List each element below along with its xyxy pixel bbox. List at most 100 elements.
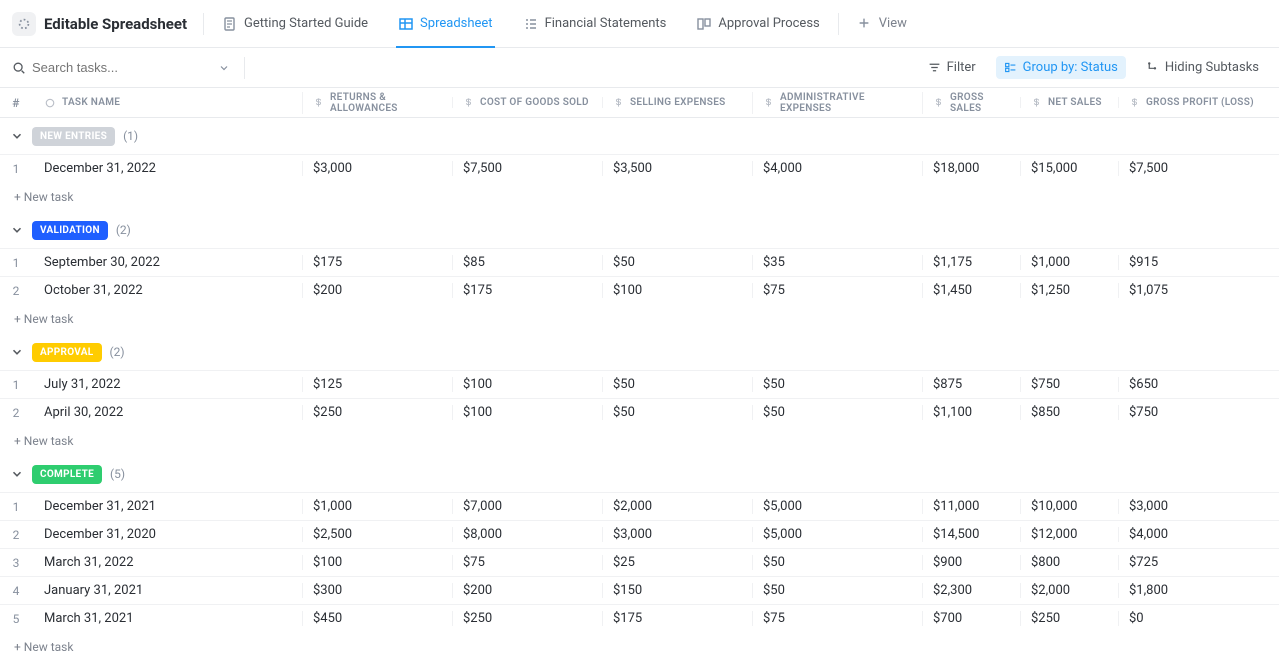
returns-cell[interactable]: $100 xyxy=(302,555,452,570)
gross-profit-cell[interactable]: $1,800 xyxy=(1118,583,1268,598)
gross-sales-cell[interactable]: $1,175 xyxy=(922,255,1020,270)
cogs-cell[interactable]: $250 xyxy=(452,611,602,626)
cogs-cell[interactable]: $7,000 xyxy=(452,499,602,514)
gross-profit-cell[interactable]: $750 xyxy=(1118,405,1268,420)
returns-cell[interactable]: $2,500 xyxy=(302,527,452,542)
table-row[interactable]: 1December 31, 2021$1,000$7,000$2,000$5,0… xyxy=(0,492,1279,520)
returns-cell[interactable]: $200 xyxy=(302,283,452,298)
chevron-down-icon[interactable] xyxy=(10,129,24,143)
group-header[interactable]: NEW ENTRIES(1) xyxy=(0,118,1279,154)
returns-cell[interactable]: $125 xyxy=(302,377,452,392)
task-name-cell[interactable]: December 31, 2021 xyxy=(32,499,302,514)
admin-cell[interactable]: $50 xyxy=(752,583,922,598)
task-name-cell[interactable]: December 31, 2022 xyxy=(32,161,302,176)
task-name-cell[interactable]: July 31, 2022 xyxy=(32,377,302,392)
tab-financial[interactable]: Financial Statements xyxy=(509,0,681,48)
selling-cell[interactable]: $3,000 xyxy=(602,527,752,542)
search-input[interactable] xyxy=(32,60,202,75)
net-sales-cell[interactable]: $2,000 xyxy=(1020,583,1118,598)
gross-sales-cell[interactable]: $875 xyxy=(922,377,1020,392)
new-task-button[interactable]: + New task xyxy=(0,632,1279,662)
admin-cell[interactable]: $50 xyxy=(752,377,922,392)
gross-profit-cell[interactable]: $725 xyxy=(1118,555,1268,570)
task-name-cell[interactable]: March 31, 2022 xyxy=(32,555,302,570)
cogs-cell[interactable]: $8,000 xyxy=(452,527,602,542)
table-row[interactable]: 2April 30, 2022$250$100$50$50$1,100$850$… xyxy=(0,398,1279,426)
chevron-down-icon[interactable] xyxy=(10,345,24,359)
admin-cell[interactable]: $5,000 xyxy=(752,527,922,542)
col-net-sales-header[interactable]: NET SALES xyxy=(1020,97,1118,108)
cogs-cell[interactable]: $7,500 xyxy=(452,161,602,176)
cogs-cell[interactable]: $100 xyxy=(452,377,602,392)
group-header[interactable]: APPROVAL(2) xyxy=(0,334,1279,370)
tab-approval[interactable]: Approval Process xyxy=(682,0,833,48)
table-row[interactable]: 2December 31, 2020$2,500$8,000$3,000$5,0… xyxy=(0,520,1279,548)
table-row[interactable]: 5March 31, 2021$450$250$175$75$700$250$0 xyxy=(0,604,1279,632)
col-returns-header[interactable]: RETURNS & ALLOWANCES xyxy=(302,92,452,114)
new-task-button[interactable]: + New task xyxy=(0,426,1279,456)
gross-sales-cell[interactable]: $14,500 xyxy=(922,527,1020,542)
net-sales-cell[interactable]: $800 xyxy=(1020,555,1118,570)
admin-cell[interactable]: $4,000 xyxy=(752,161,922,176)
task-name-cell[interactable]: September 30, 2022 xyxy=(32,255,302,270)
table-row[interactable]: 1December 31, 2022$3,000$7,500$3,500$4,0… xyxy=(0,154,1279,182)
gross-sales-cell[interactable]: $700 xyxy=(922,611,1020,626)
gross-profit-cell[interactable]: $3,000 xyxy=(1118,499,1268,514)
admin-cell[interactable]: $50 xyxy=(752,405,922,420)
selling-cell[interactable]: $50 xyxy=(602,255,752,270)
returns-cell[interactable]: $1,000 xyxy=(302,499,452,514)
admin-cell[interactable]: $50 xyxy=(752,555,922,570)
gross-profit-cell[interactable]: $1,075 xyxy=(1118,283,1268,298)
task-name-cell[interactable]: October 31, 2022 xyxy=(32,283,302,298)
selling-cell[interactable]: $50 xyxy=(602,377,752,392)
selling-cell[interactable]: $25 xyxy=(602,555,752,570)
gross-sales-cell[interactable]: $900 xyxy=(922,555,1020,570)
add-view-button[interactable]: View xyxy=(843,0,921,48)
selling-cell[interactable]: $50 xyxy=(602,405,752,420)
admin-cell[interactable]: $75 xyxy=(752,611,922,626)
table-row[interactable]: 1September 30, 2022$175$85$50$35$1,175$1… xyxy=(0,248,1279,276)
net-sales-cell[interactable]: $850 xyxy=(1020,405,1118,420)
selling-cell[interactable]: $3,500 xyxy=(602,161,752,176)
returns-cell[interactable]: $3,000 xyxy=(302,161,452,176)
task-name-cell[interactable]: December 31, 2020 xyxy=(32,527,302,542)
net-sales-cell[interactable]: $15,000 xyxy=(1020,161,1118,176)
hiding-subtasks-button[interactable]: Hiding Subtasks xyxy=(1138,56,1267,79)
cogs-cell[interactable]: $75 xyxy=(452,555,602,570)
group-header[interactable]: COMPLETE(5) xyxy=(0,456,1279,492)
selling-cell[interactable]: $2,000 xyxy=(602,499,752,514)
table-row[interactable]: 3March 31, 2022$100$75$25$50$900$800$725 xyxy=(0,548,1279,576)
gross-profit-cell[interactable]: $7,500 xyxy=(1118,161,1268,176)
net-sales-cell[interactable]: $12,000 xyxy=(1020,527,1118,542)
new-task-button[interactable]: + New task xyxy=(0,304,1279,334)
table-row[interactable]: 4January 31, 2021$300$200$150$50$2,300$2… xyxy=(0,576,1279,604)
admin-cell[interactable]: $5,000 xyxy=(752,499,922,514)
col-task-header[interactable]: TASK NAME xyxy=(32,97,302,109)
chevron-down-icon[interactable] xyxy=(218,62,230,74)
gross-sales-cell[interactable]: $2,300 xyxy=(922,583,1020,598)
table-row[interactable]: 1July 31, 2022$125$100$50$50$875$750$650 xyxy=(0,370,1279,398)
selling-cell[interactable]: $175 xyxy=(602,611,752,626)
chevron-down-icon[interactable] xyxy=(10,223,24,237)
tab-spreadsheet[interactable]: Spreadsheet xyxy=(384,0,507,48)
col-gross-profit-header[interactable]: GROSS PROFIT (LOSS) xyxy=(1118,97,1268,108)
col-gross-sales-header[interactable]: GROSS SALES xyxy=(922,92,1020,114)
task-name-cell[interactable]: April 30, 2022 xyxy=(32,405,302,420)
gross-sales-cell[interactable]: $1,100 xyxy=(922,405,1020,420)
gross-profit-cell[interactable]: $4,000 xyxy=(1118,527,1268,542)
net-sales-cell[interactable]: $1,000 xyxy=(1020,255,1118,270)
gross-sales-cell[interactable]: $18,000 xyxy=(922,161,1020,176)
gross-profit-cell[interactable]: $915 xyxy=(1118,255,1268,270)
net-sales-cell[interactable]: $10,000 xyxy=(1020,499,1118,514)
gross-sales-cell[interactable]: $11,000 xyxy=(922,499,1020,514)
selling-cell[interactable]: $150 xyxy=(602,583,752,598)
table-row[interactable]: 2October 31, 2022$200$175$100$75$1,450$1… xyxy=(0,276,1279,304)
col-admin-header[interactable]: ADMINISTRATIVE EXPENSES xyxy=(752,92,922,114)
gross-sales-cell[interactable]: $1,450 xyxy=(922,283,1020,298)
returns-cell[interactable]: $250 xyxy=(302,405,452,420)
cogs-cell[interactable]: $85 xyxy=(452,255,602,270)
returns-cell[interactable]: $300 xyxy=(302,583,452,598)
cogs-cell[interactable]: $200 xyxy=(452,583,602,598)
net-sales-cell[interactable]: $250 xyxy=(1020,611,1118,626)
returns-cell[interactable]: $175 xyxy=(302,255,452,270)
